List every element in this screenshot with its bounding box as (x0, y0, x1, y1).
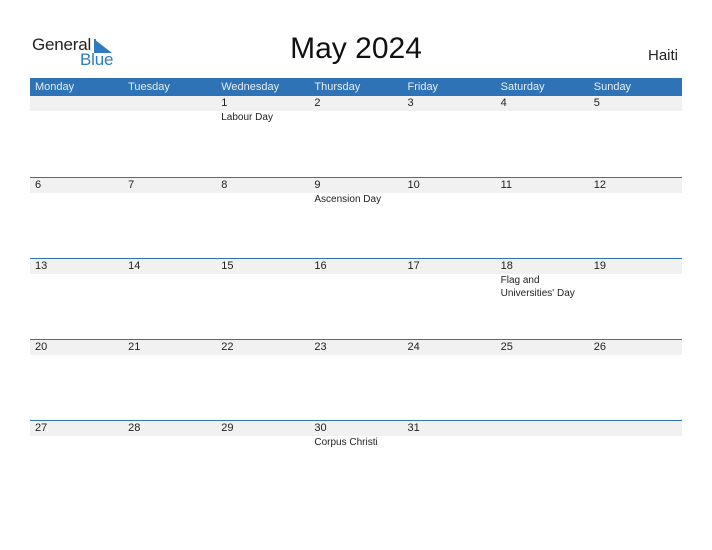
day-number: 12 (593, 179, 606, 191)
day-number: 6 (35, 179, 42, 191)
week-row: 27 28 29 30 31 Corpus Christi (30, 420, 682, 501)
week-row: 13 14 15 16 17 18 19 Flag and Universities' Day (30, 258, 682, 339)
day-number: 19 (593, 260, 606, 272)
calendar-grid: Monday Tuesday Wednesday Thursday Friday… (30, 78, 682, 501)
week-row: 20 21 22 23 24 25 26 (30, 339, 682, 420)
day-number: 15 (221, 260, 234, 272)
day-number: 14 (128, 260, 141, 272)
holiday-label (403, 274, 496, 300)
country-label: Haiti (647, 47, 678, 64)
day-number: 8 (221, 179, 228, 191)
day-number: 2 (314, 97, 321, 109)
holiday-label (216, 436, 309, 449)
day-number: 28 (128, 422, 141, 434)
weekday-friday: Friday (407, 81, 439, 93)
day-number: 30 (314, 422, 327, 434)
week-row: 6 7 8 9 10 11 12 Ascension Day (30, 177, 682, 258)
day-number-row: 27 28 29 30 31 (30, 421, 682, 436)
holiday-label (403, 193, 496, 206)
day-number (30, 96, 123, 111)
holiday-label (589, 193, 682, 206)
day-number: 16 (314, 260, 327, 272)
holiday-label (309, 274, 402, 300)
weekday-saturday: Saturday (500, 81, 545, 93)
holiday-label (123, 436, 216, 449)
holiday-label (123, 193, 216, 206)
holiday-label (30, 274, 123, 300)
holiday-label: Flag and Universities' Day (500, 275, 575, 299)
holiday-label: Labour Day (221, 112, 273, 123)
day-number: 3 (407, 97, 414, 109)
day-number: 31 (407, 422, 420, 434)
holiday-label (403, 111, 496, 124)
holiday-label (216, 274, 309, 300)
day-number: 22 (221, 341, 234, 353)
day-number: 1 (221, 97, 228, 109)
holiday-label: Corpus Christi (314, 437, 378, 448)
day-number (589, 421, 682, 436)
day-number-row: 6 7 8 9 10 11 12 (30, 178, 682, 193)
calendar-title: May 2024 (290, 32, 422, 65)
day-number: 23 (314, 341, 327, 353)
weekday-sunday: Sunday (593, 81, 632, 93)
holiday-label (123, 111, 216, 124)
day-number: 9 (314, 179, 321, 191)
holiday-label (589, 111, 682, 124)
weekday-monday: Monday (35, 81, 75, 93)
weekday-header: Monday Tuesday Wednesday Thursday Friday… (30, 78, 682, 96)
day-number: 20 (35, 341, 48, 353)
day-number: 10 (407, 179, 420, 191)
weekday-wednesday: Wednesday (221, 81, 280, 93)
day-number: 29 (221, 422, 234, 434)
day-number: 25 (500, 341, 513, 353)
day-number: 18 (500, 260, 513, 272)
holiday-label (496, 111, 589, 124)
day-number: 21 (128, 341, 141, 353)
day-number: 17 (407, 260, 420, 272)
event-row: Labour Day (30, 111, 682, 124)
holiday-label (30, 193, 123, 206)
day-number-row: 20 21 22 23 24 25 26 (30, 340, 682, 355)
day-number: 7 (128, 179, 135, 191)
day-number: 11 (500, 179, 513, 191)
holiday-label: Ascension Day (314, 194, 382, 205)
day-number-row: 13 14 15 16 17 18 19 (30, 259, 682, 274)
day-number: 27 (35, 422, 48, 434)
holiday-label (496, 436, 589, 449)
holiday-label (589, 274, 682, 300)
day-number (123, 96, 216, 111)
holiday-label (216, 193, 309, 206)
holiday-label (123, 274, 216, 300)
day-number (496, 421, 589, 436)
weekday-thursday: Thursday (314, 81, 361, 93)
day-number: 24 (407, 341, 420, 353)
day-number: 5 (593, 97, 600, 109)
holiday-label (30, 111, 123, 124)
weekday-tuesday: Tuesday (128, 81, 170, 93)
day-number-row: 1 2 3 4 5 (30, 96, 682, 111)
week-row: 1 2 3 4 5 Labour Day (30, 96, 682, 177)
event-row: Flag and Universities' Day (30, 274, 682, 300)
holiday-label (589, 436, 682, 449)
day-number: 13 (35, 260, 48, 272)
holiday-label (403, 436, 496, 449)
day-number: 4 (500, 97, 507, 109)
event-row: Ascension Day (30, 193, 682, 206)
day-number: 26 (593, 341, 606, 353)
holiday-label (496, 193, 589, 206)
event-row: Corpus Christi (30, 436, 682, 449)
holiday-label (309, 111, 402, 124)
holiday-label (30, 436, 123, 449)
